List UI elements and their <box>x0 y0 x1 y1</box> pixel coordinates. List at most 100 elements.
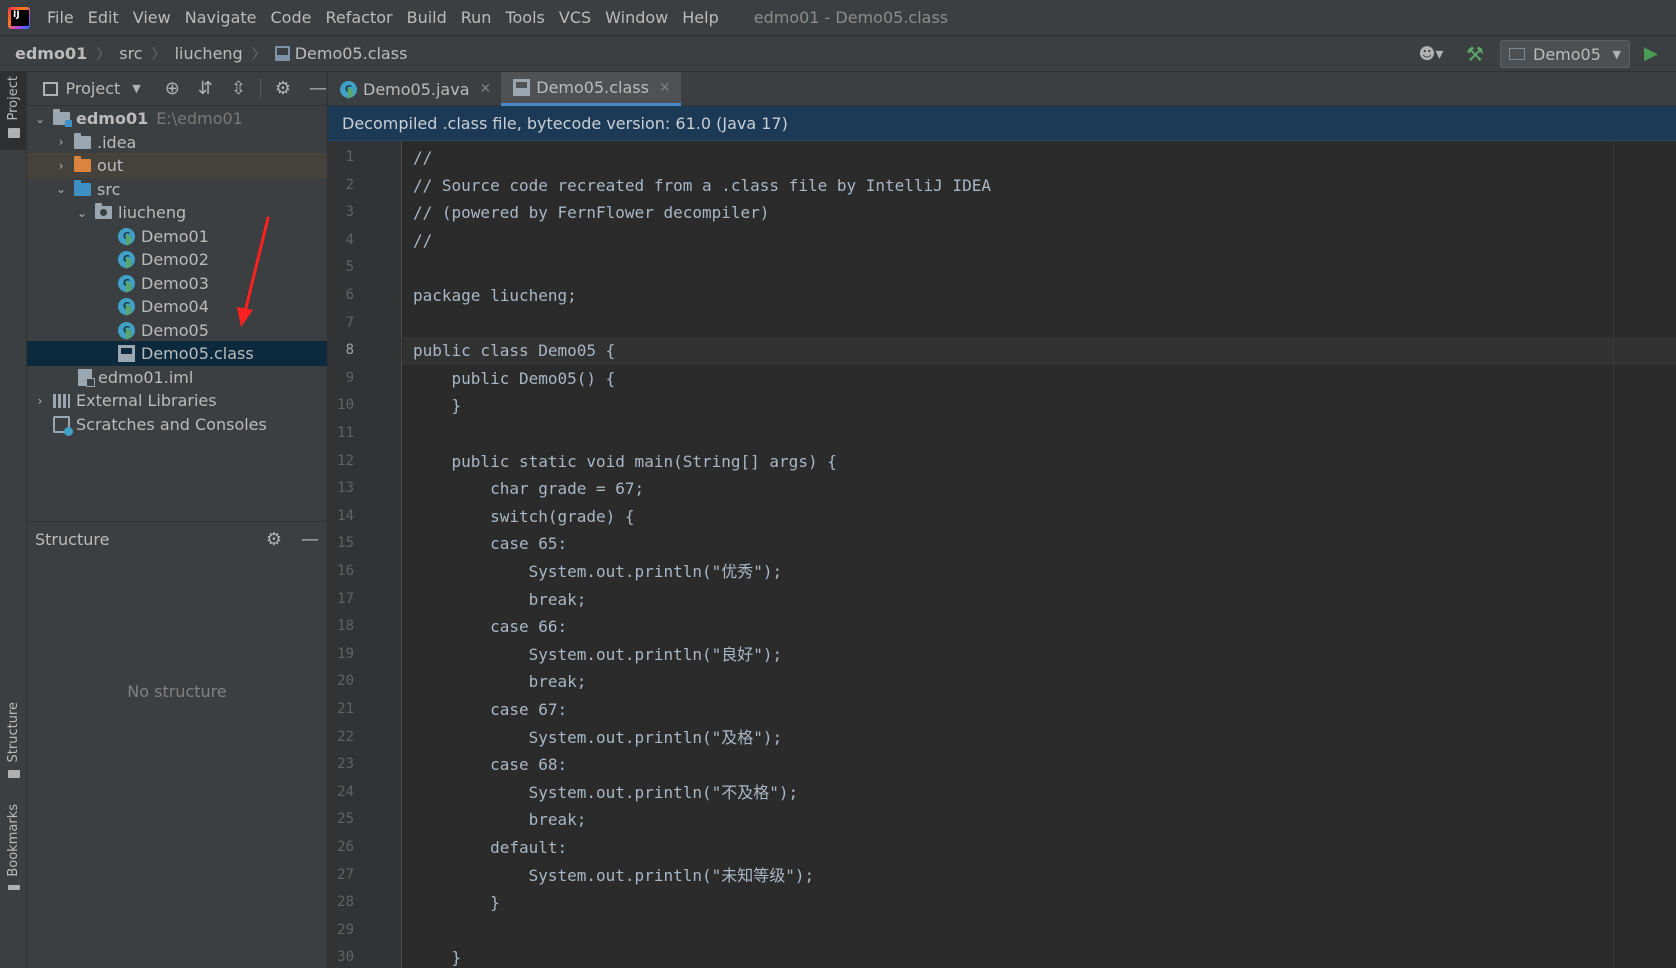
hide-panel-icon[interactable]: — <box>309 78 327 99</box>
excluded-folder-icon <box>74 156 91 172</box>
tree-item-label: edmo01 <box>76 109 149 128</box>
line-number: 23 <box>337 756 354 773</box>
menu-tools[interactable]: Tools <box>498 0 551 36</box>
tree-item-demo02[interactable]: C Demo02 <box>27 247 327 272</box>
line-number: 22 <box>337 728 354 745</box>
breadcrumb-file[interactable]: Demo05.class <box>273 44 410 63</box>
structure-panel-header: Structure ⚙ — <box>27 522 327 556</box>
folder-icon <box>74 132 91 149</box>
run-icon[interactable]: ▶ <box>1644 42 1664 66</box>
code-line: case 68: <box>413 755 568 775</box>
chevron-down-icon[interactable]: ⌄ <box>54 182 68 196</box>
chevron-right-icon[interactable]: › <box>54 135 68 149</box>
structure-tool-tab[interactable]: Structure <box>0 698 27 784</box>
chevron-down-icon[interactable]: ▼ <box>132 82 140 95</box>
run-configuration-dropdown[interactable]: Demo05 ▼ <box>1500 40 1630 68</box>
breadcrumb-package[interactable]: liucheng <box>173 44 245 63</box>
menu-run[interactable]: Run <box>454 0 499 36</box>
tree-item-demo04[interactable]: C Demo04 <box>27 294 327 319</box>
close-icon[interactable]: ✕ <box>659 80 671 96</box>
code-line: break; <box>413 672 587 692</box>
locate-target-icon[interactable]: ⊕ <box>165 78 180 99</box>
code-line: System.out.println("良好"); <box>413 644 783 664</box>
menu-build[interactable]: Build <box>400 0 454 36</box>
chevron-down-icon[interactable]: ⌄ <box>33 112 47 126</box>
tree-item-out[interactable]: › out <box>27 153 327 178</box>
tree-item-label: Demo04 <box>141 297 209 316</box>
left-tool-strip: Project Structure Bookmarks <box>0 72 27 968</box>
code-line: } <box>413 948 462 968</box>
chevron-down-icon[interactable]: ⌄ <box>75 206 89 220</box>
bookmark-icon <box>7 884 20 890</box>
menu-navigate[interactable]: Navigate <box>178 0 264 36</box>
structure-panel-title: Structure <box>35 529 110 549</box>
close-icon[interactable]: ✕ <box>480 81 492 97</box>
menu-vcs[interactable]: VCS <box>552 0 598 36</box>
code-line: // (powered by FernFlower decompiler) <box>413 203 770 223</box>
module-folder-icon <box>53 109 72 127</box>
tab-demo05-class[interactable]: Demo05.class ✕ <box>501 72 681 106</box>
line-number: 13 <box>337 480 354 497</box>
breadcrumb-project[interactable]: edmo01 <box>0 44 89 63</box>
intellij-logo-icon[interactable] <box>8 6 30 29</box>
expand-all-icon[interactable]: ⇵ <box>198 78 213 99</box>
tree-item-demo05-class[interactable]: Demo05.class <box>27 341 327 366</box>
editor-tabs: C Demo05.java ✕ Demo05.class ✕ <box>328 72 1676 106</box>
project-panel-header: Project ▼ ⊕ ⇵ ⇳ ⚙ — <box>27 72 327 106</box>
chevron-right-icon[interactable]: › <box>54 159 68 173</box>
menu-refactor[interactable]: Refactor <box>318 0 399 36</box>
tree-item-src[interactable]: ⌄ src <box>27 177 327 202</box>
menu-file[interactable]: File <box>40 0 81 36</box>
class-file-icon <box>513 79 531 96</box>
tree-item-external-libraries[interactable]: › External Libraries <box>27 388 327 413</box>
menu-code[interactable]: Code <box>264 0 319 36</box>
line-number: 18 <box>337 618 354 635</box>
code-line: default: <box>413 838 568 857</box>
collapse-all-icon[interactable]: ⇳ <box>231 78 246 99</box>
tree-item-liucheng[interactable]: ⌄ liucheng <box>27 200 327 225</box>
tree-item-edmo01[interactable]: ⌄ edmo01 E:\edmo01 <box>27 106 327 131</box>
code-editor[interactable]: 1 2 3 4 5 6 7 8 9 10 11 12 13 14 15 16 17 18 19 20 21 22 23 24 2… <box>328 141 1676 968</box>
menu-view[interactable]: View <box>126 0 178 36</box>
tree-item-edmo01-iml[interactable]: edmo01.iml <box>27 365 327 390</box>
menu-help[interactable]: Help <box>675 0 725 36</box>
application-icon <box>1509 48 1525 60</box>
toolbar-right: ☻▾ ⚒ Demo05 ▼ ▶ <box>1414 36 1676 72</box>
tree-item-scratches[interactable]: Scratches and Consoles <box>27 412 327 437</box>
user-icon[interactable]: ☻▾ <box>1414 42 1448 66</box>
class-file-icon <box>274 46 290 61</box>
tree-item-idea[interactable]: › .idea <box>27 130 327 155</box>
java-class-icon: C <box>118 251 135 269</box>
chevron-down-icon: ▼ <box>1612 47 1621 61</box>
tree-item-label: Demo05.class <box>141 344 254 363</box>
bookmarks-tool-tab[interactable]: Bookmarks <box>0 800 27 896</box>
tree-item-demo05[interactable]: C Demo05 <box>27 318 327 343</box>
line-number: 8 <box>345 342 354 359</box>
code-line: public Demo05() { <box>413 368 616 388</box>
tab-demo05-java[interactable]: C Demo05.java ✕ <box>328 72 501 106</box>
breadcrumb-separator-icon: 〉 <box>96 46 111 63</box>
menu-edit[interactable]: Edit <box>81 0 126 36</box>
run-configuration-label: Demo05 <box>1533 44 1601 64</box>
line-number: 15 <box>337 535 354 552</box>
folder-icon <box>7 128 20 139</box>
tree-item-label: src <box>97 179 121 199</box>
project-panel-title[interactable]: Project <box>66 79 121 98</box>
breadcrumb-src[interactable]: src <box>117 44 144 63</box>
line-number: 24 <box>337 783 354 800</box>
build-hammer-icon[interactable]: ⚒ <box>1462 42 1488 66</box>
tree-item-demo01[interactable]: C Demo01 <box>27 224 327 249</box>
gear-icon[interactable]: ⚙ <box>275 78 291 99</box>
header-divider <box>260 78 261 99</box>
gear-icon[interactable]: ⚙ <box>265 529 283 550</box>
chevron-right-icon[interactable]: › <box>33 394 47 408</box>
code-line: public static void main(String[] args) { <box>413 451 837 471</box>
bookmarks-tool-tab-label: Bookmarks <box>6 804 21 877</box>
project-tool-tab[interactable]: Project <box>0 72 27 150</box>
line-number: 25 <box>337 811 354 828</box>
tree-item-demo03[interactable]: C Demo03 <box>27 271 327 296</box>
hide-panel-icon[interactable]: — <box>301 529 319 550</box>
menu-window[interactable]: Window <box>598 0 675 36</box>
code-area[interactable]: // // Source code recreated from a .class… <box>403 141 1676 968</box>
tree-item-label: edmo01.iml <box>98 367 194 387</box>
